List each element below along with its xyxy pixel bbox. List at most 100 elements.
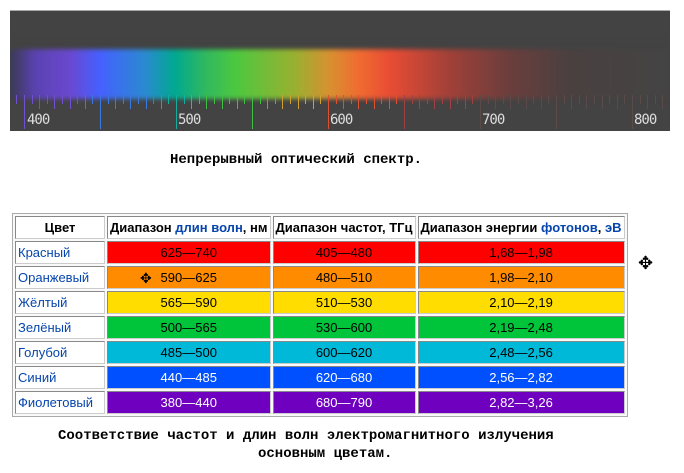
ruler-tick [571, 95, 573, 109]
ruler-tick [548, 95, 550, 104]
ruler-tick [449, 95, 451, 109]
ruler-tick [214, 95, 215, 104]
ruler-tick [145, 95, 147, 109]
axis-label-700: 700 [482, 112, 505, 128]
ruler-tick [54, 95, 56, 109]
ruler-tick [198, 95, 200, 104]
color-name-link[interactable]: Оранжевый [15, 266, 105, 289]
table-header-row: Цвет Диапазон длин волн, нм Диапазон час… [15, 216, 625, 239]
header-text: Диапазон [110, 220, 176, 235]
color-name-link[interactable]: Зелёный [15, 316, 105, 339]
ruler-tick [343, 95, 345, 109]
header-color: Цвет [15, 216, 105, 239]
ruler-tick [191, 95, 193, 109]
energy-cell: 2,82—3,26 [417, 391, 625, 414]
ruler-tick [601, 95, 603, 109]
ruler-tick [632, 95, 633, 129]
ruler-tick [487, 95, 489, 104]
ruler-tick [221, 95, 223, 109]
pointer-cursor-icon: ✥ [638, 253, 654, 273]
ruler-tick [609, 95, 611, 104]
photons-link[interactable]: фотонов [541, 220, 598, 235]
ruler-tick [662, 95, 664, 109]
ruler-tick [381, 95, 383, 104]
ruler-tick [411, 95, 413, 104]
ev-link[interactable]: эВ [605, 220, 622, 235]
color-table: Цвет Диапазон длин волн, нм Диапазон час… [12, 213, 628, 417]
ruler-tick [594, 95, 595, 104]
ruler-tick [62, 95, 63, 104]
ruler-tick [426, 95, 428, 104]
ruler-tick [290, 95, 291, 104]
ruler-tick [69, 95, 71, 109]
color-name-link[interactable]: Красный [15, 241, 105, 264]
ruler-tick [92, 95, 94, 104]
ruler-tick [115, 95, 117, 109]
ruler-tick [624, 95, 626, 104]
energy-cell: 1,68—1,98 [417, 241, 625, 264]
ruler-tick [46, 95, 48, 104]
ruler-tick [335, 95, 337, 104]
ruler-tick [586, 95, 588, 109]
table-caption-line1: Соответствие частот и длин волн электром… [58, 428, 554, 444]
frequency-cell: 680—790 [272, 391, 416, 414]
table-row: Фиолетовый 380—440 680—790 2,82—3,26 [15, 391, 625, 414]
spectrum-band [10, 41, 670, 99]
ruler-tick [533, 95, 535, 104]
ruler-tick [138, 95, 139, 104]
energy-cell: 2,56—2,82 [417, 366, 625, 389]
ruler-tick [39, 95, 41, 109]
ruler-tick [274, 95, 276, 104]
wavelength-cell: 625—740 [107, 241, 271, 264]
color-name-link[interactable]: Голубой [15, 341, 105, 364]
ruler-tick [229, 95, 231, 104]
ruler-tick [578, 95, 580, 104]
ruler-tick [540, 95, 542, 109]
ruler-tick [297, 95, 299, 109]
color-name-link[interactable]: Жёлтый [15, 291, 105, 314]
wavelength-cell: 380—440 [107, 391, 271, 414]
ruler-tick [639, 95, 641, 104]
ruler-tick [480, 95, 481, 129]
wavelength-cell: 500—565 [107, 316, 271, 339]
ruler-tick [100, 95, 101, 129]
ruler-tick [358, 95, 360, 109]
ruler-tick [373, 95, 375, 109]
ruler-tick [183, 95, 185, 104]
move-cursor-icon: ✥ [140, 270, 152, 286]
ruler-tick [16, 95, 18, 104]
color-name-link[interactable]: Синий [15, 366, 105, 389]
ruler-tick [525, 95, 527, 109]
wavelength-cell: 590—625 [107, 266, 271, 289]
energy-cell: 2,48—2,56 [417, 341, 625, 364]
ruler-tick [563, 95, 565, 104]
ruler-tick [153, 95, 155, 104]
ruler-tick [472, 95, 474, 104]
ruler-tick [259, 95, 261, 104]
wavelength-cell: 485—500 [107, 341, 271, 364]
table-row: Красный 625—740 405—480 1,68—1,98 [15, 241, 625, 264]
ruler-tick [176, 95, 177, 129]
ruler-tick [510, 95, 512, 109]
color-name-link[interactable]: Фиолетовый [15, 391, 105, 414]
ruler-tick [320, 95, 322, 104]
ruler-tick [350, 95, 352, 104]
ruler-tick [206, 95, 208, 109]
ruler-tick [252, 95, 253, 129]
ruler-tick [457, 95, 459, 104]
header-energy: Диапазон энергии фотонов, эВ [417, 216, 625, 239]
ruler-tick [654, 95, 656, 104]
ruler-tick [396, 95, 398, 104]
ruler-tick [647, 95, 649, 109]
ruler-tick [305, 95, 307, 104]
frequency-cell: 530—600 [272, 316, 416, 339]
ruler-tick [122, 95, 124, 104]
axis-label-600: 600 [330, 112, 353, 128]
wavelength-link[interactable]: длин волн [175, 220, 243, 235]
ruler-tick [434, 95, 436, 109]
ruler-tick [518, 95, 519, 104]
table-row: Синий 440—485 620—680 2,56—2,82 [15, 366, 625, 389]
ruler-tick [388, 95, 390, 109]
ruler-tick [282, 95, 284, 109]
ruler-tick [419, 95, 421, 109]
